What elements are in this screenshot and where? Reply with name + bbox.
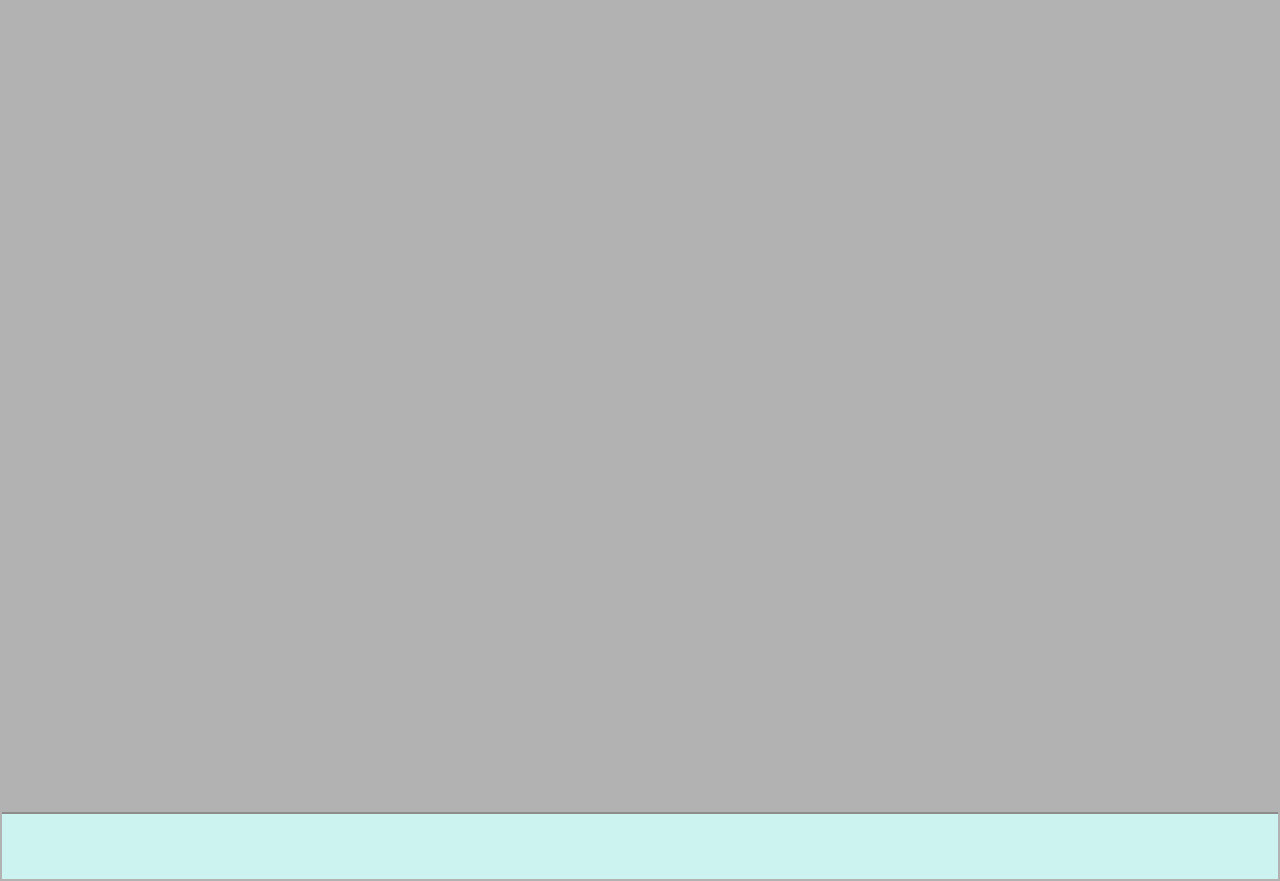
chart-canvas[interactable] [0, 0, 1280, 881]
legend-bar [0, 31, 1280, 45]
weather-app-window [0, 0, 1280, 881]
stats-table [2, 812, 1278, 879]
